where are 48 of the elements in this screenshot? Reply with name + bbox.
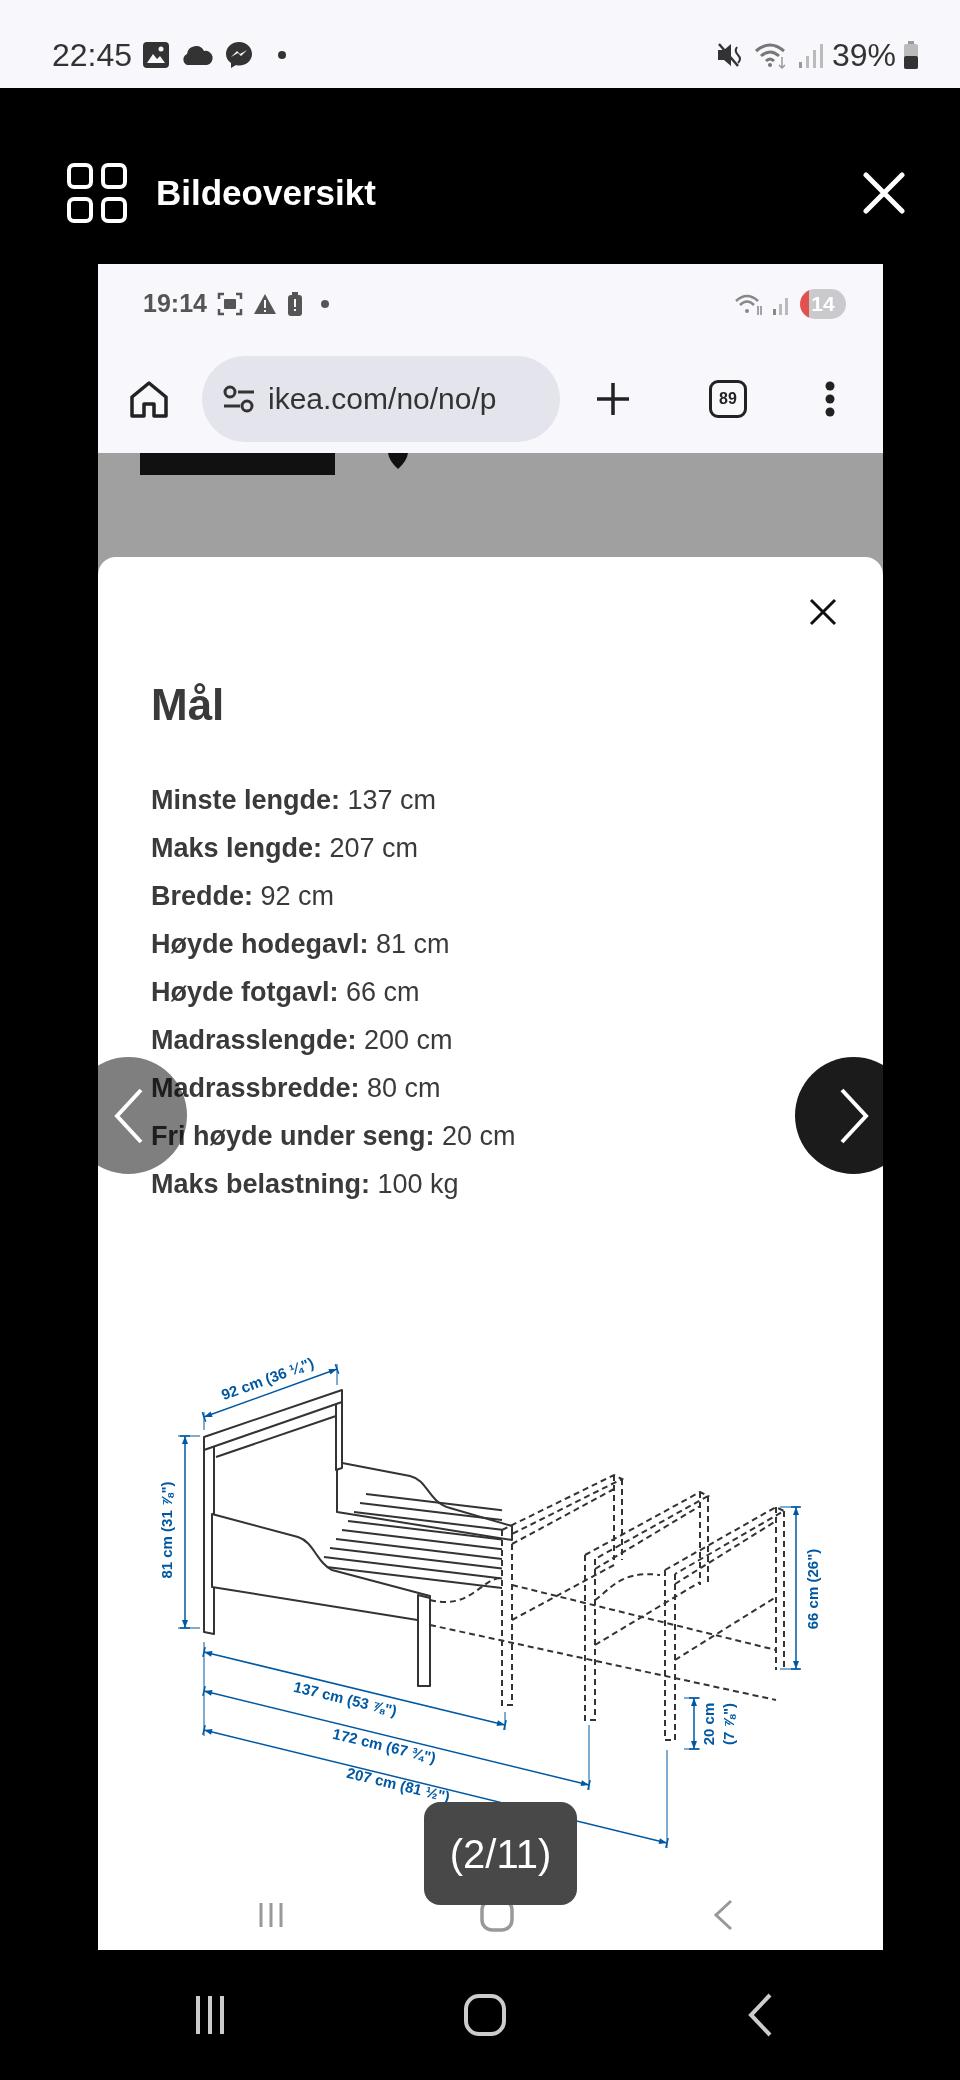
warning-icon [252,293,277,315]
tab-counter[interactable]: 89 [709,379,747,418]
chevron-right-icon [838,1087,869,1144]
dimension-line [688,1697,700,1750]
spec-line: Maks belastning: 100 kg [151,1168,459,1201]
dot-icon [278,51,287,59]
chat-bubble-icon [224,40,255,70]
recent-apps-icon[interactable] [194,1994,225,2036]
battery-alert-icon [286,292,303,316]
pin-icon [388,453,408,469]
image-counter-toast: (2/11) [424,1802,577,1905]
dimension-label: (7 ⅞") [719,1702,737,1746]
status-time: 19:14 [143,288,207,320]
dimension-label: 137 cm (53 ⅞") [292,1677,399,1720]
viewer-title: Bildeoversikt [156,171,376,214]
dimension-label: 92 cm (36 ¼") [218,1353,317,1404]
status-time: 22:45 [52,36,133,75]
url-text: ikea.com/no/no/p [268,381,497,417]
picture-icon [142,41,171,69]
menu-icon[interactable] [825,380,835,417]
grid-icon[interactable] [66,162,128,224]
spec-line: Minste lengde: 137 cm [151,784,437,817]
spec-line: Madrasslengde: 200 cm [151,1024,453,1057]
cloud-icon [180,44,215,66]
dimension-label: 66 cm (26") [803,1548,821,1630]
back-icon[interactable] [746,1993,773,2037]
dimension-label: 172 cm (67 ¾") [331,1724,438,1767]
signal-icon [797,41,824,69]
dimension-label: 81 cm (31 ⅞") [157,1481,175,1579]
close-icon[interactable] [808,597,838,627]
battery-percentage: 39% [831,36,896,75]
spec-line: Fri høyde under seng: 20 cm [151,1120,516,1153]
spec-line: Maks lengde: 207 cm [151,832,419,865]
home-icon[interactable] [128,378,170,419]
wifi-icon [734,292,764,316]
dot-icon [320,300,329,308]
sheet-heading: Mål [151,679,226,731]
tune-icon[interactable] [222,383,256,414]
chevron-left-icon [113,1087,144,1144]
spec-line: Bredde: 92 cm [151,880,335,913]
home-button-icon[interactable] [462,1993,507,2037]
plus-icon[interactable] [595,380,631,417]
address-bar[interactable]: ikea.com/no/no/p [202,355,560,442]
battery-icon [904,41,918,69]
spec-line: Høyde hodegavl: 81 cm [151,928,450,961]
spec-line: Høyde fotgavl: 66 cm [151,976,420,1009]
dimension-label: 20 cm [699,1702,717,1746]
screenshot-icon [216,292,243,316]
